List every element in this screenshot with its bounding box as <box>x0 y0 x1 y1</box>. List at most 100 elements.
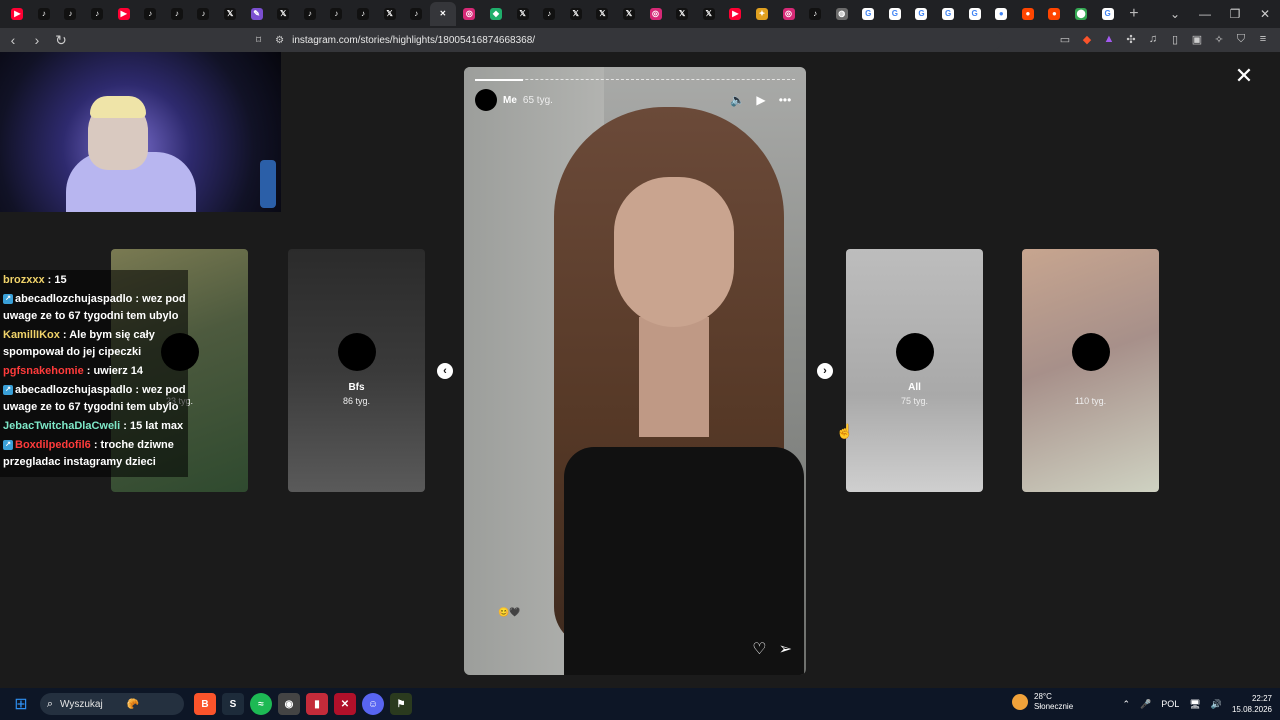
browser-tab[interactable]: ♪ <box>350 2 377 26</box>
browser-tab[interactable]: 𝕏 <box>376 2 403 26</box>
bookmark-icon[interactable]: ⌑ <box>256 35 261 46</box>
browser-tab[interactable]: G <box>961 2 988 26</box>
tray-overflow-icon[interactable]: ⌃ <box>1123 699 1131 710</box>
media-icon[interactable]: ♫ <box>1144 30 1162 48</box>
browser-tab[interactable]: ▶ <box>4 2 31 26</box>
story-card-prev-1[interactable]: Bfs 86 tyg. <box>288 249 425 492</box>
x-app-icon[interactable]: ✕ <box>334 693 356 715</box>
browser-tab[interactable]: ♪ <box>137 2 164 26</box>
browser-tab[interactable]: ◎ <box>775 2 802 26</box>
app-red-icon[interactable]: ▮ <box>306 693 328 715</box>
heart-icon[interactable]: ♡ <box>752 639 766 659</box>
reload-icon[interactable]: ↻ <box>50 29 72 51</box>
taskbar-search[interactable]: ⌕ Wyszukaj 🥐 <box>40 693 184 715</box>
browser-tab[interactable]: ♪ <box>297 2 324 26</box>
brave-browser-icon[interactable]: B <box>194 693 216 715</box>
browser-tab[interactable]: ◎ <box>456 2 483 26</box>
previous-story-button[interactable]: ‹ <box>437 363 453 379</box>
browser-tab[interactable]: ♪ <box>190 2 217 26</box>
browser-tab[interactable]: ✦ <box>749 2 776 26</box>
menu-icon[interactable]: ≡ <box>1254 30 1272 48</box>
leo-icon[interactable]: ✧ <box>1210 30 1228 48</box>
app-icon[interactable]: ◉ <box>278 693 300 715</box>
steam-icon[interactable]: S <box>222 693 244 715</box>
new-tab-button[interactable]: + <box>1121 2 1147 26</box>
browser-tab[interactable]: ♪ <box>403 2 430 26</box>
clock[interactable]: 22:27 15.08.2026 <box>1232 693 1272 715</box>
vpn-icon[interactable]: ⛉ <box>1232 30 1250 48</box>
emoji-sticker: 😊🖤 <box>498 607 521 617</box>
browser-tab[interactable]: 𝕏 <box>217 2 244 26</box>
browser-tab[interactable]: 𝕏 <box>616 2 643 26</box>
x-icon: 𝕏 <box>676 8 689 20</box>
badge-icon: ↗ <box>3 294 13 305</box>
browser-tab[interactable]: ● <box>1015 2 1042 26</box>
browser-tab[interactable]: G <box>855 2 882 26</box>
browser-tab[interactable]: 𝕏 <box>695 2 722 26</box>
browser-tab[interactable]: ✎ <box>243 2 270 26</box>
microphone-icon[interactable]: 🎤 <box>1140 699 1151 710</box>
play-icon[interactable]: ▶ <box>754 93 768 107</box>
browser-tab[interactable]: ◍ <box>828 2 855 26</box>
more-options-icon[interactable]: ••• <box>778 93 792 107</box>
browser-tab[interactable]: G <box>882 2 909 26</box>
browser-tab[interactable]: 𝕏 <box>509 2 536 26</box>
browser-tab[interactable]: ▶ <box>110 2 137 26</box>
browser-tab[interactable]: ● <box>1041 2 1068 26</box>
story-card-next-2[interactable]: 110 tyg. <box>1022 249 1159 492</box>
story-card-next-1[interactable]: All 75 tyg. <box>846 249 983 492</box>
browser-tab[interactable]: ♪ <box>536 2 563 26</box>
app-green-icon[interactable]: ⚑ <box>390 693 412 715</box>
site-info-icon[interactable]: ⚙ <box>275 35 284 46</box>
browser-tab[interactable]: ♪ <box>31 2 58 26</box>
browser-tab[interactable]: 𝕏 <box>562 2 589 26</box>
browser-tab[interactable]: 𝕏 <box>270 2 297 26</box>
back-icon[interactable]: ‹ <box>2 29 24 51</box>
spotify-icon[interactable]: ≈ <box>250 693 272 715</box>
language-indicator[interactable]: POL <box>1161 699 1179 709</box>
address-bar[interactable]: ⌑ ⚙ instagram.com/stories/highlights/180… <box>252 30 1002 50</box>
close-story-icon[interactable]: ✕ <box>1234 65 1254 87</box>
volume-icon[interactable]: 🔊 <box>1211 699 1222 710</box>
maximize-icon[interactable]: ❐ <box>1220 7 1250 21</box>
browser-tab[interactable]: G <box>908 2 935 26</box>
windows-start-icon[interactable]: ⊞ <box>6 688 36 720</box>
main-story[interactable]: Me 65 tyg. 🔈 ▶ ••• 😊🖤 ♡ ➢ <box>464 67 806 675</box>
brave-rewards-icon[interactable]: ▲ <box>1100 30 1118 48</box>
browser-tab[interactable]: ✕ <box>429 2 457 26</box>
browser-tab[interactable]: ▶ <box>722 2 749 26</box>
browser-tab[interactable]: ⬤ <box>1068 2 1095 26</box>
mouse-cursor-icon: ☝ <box>836 423 854 439</box>
browser-tab[interactable]: 𝕏 <box>669 2 696 26</box>
browser-tab[interactable]: ♪ <box>57 2 84 26</box>
tiktok-icon: ♪ <box>543 8 556 20</box>
next-story-button[interactable]: › <box>817 363 833 379</box>
browser-tab[interactable]: G <box>935 2 962 26</box>
discord-icon[interactable]: ☺ <box>362 693 384 715</box>
profile-avatar[interactable] <box>475 89 497 111</box>
tiktok-icon: ♪ <box>410 8 423 20</box>
browser-tab[interactable]: ♪ <box>323 2 350 26</box>
browser-tab[interactable]: 𝕏 <box>589 2 616 26</box>
browser-tab[interactable]: ♪ <box>84 2 111 26</box>
sidebar-icon[interactable]: ▯ <box>1166 30 1184 48</box>
browser-tab[interactable]: ◎ <box>642 2 669 26</box>
browser-tab[interactable]: G <box>1094 2 1121 26</box>
story-username[interactable]: Me <box>503 95 517 106</box>
extensions-icon[interactable]: ✣ <box>1122 30 1140 48</box>
mute-icon[interactable]: 🔈 <box>730 93 745 107</box>
browser-tab[interactable]: ● <box>988 2 1015 26</box>
tab-search-icon[interactable]: ⌄ <box>1160 7 1190 21</box>
wallet-icon[interactable]: ▣ <box>1188 30 1206 48</box>
network-icon[interactable]: 🖥 <box>1189 699 1200 710</box>
forward-icon[interactable]: › <box>26 29 48 51</box>
minimize-icon[interactable]: — <box>1190 7 1220 21</box>
brave-shield-icon[interactable]: ◆ <box>1078 30 1096 48</box>
weather-widget[interactable]: 28°C Słonecznie <box>1012 692 1073 712</box>
send-icon[interactable]: ➢ <box>779 639 792 659</box>
close-window-icon[interactable]: ✕ <box>1250 7 1280 21</box>
browser-tab[interactable]: ♪ <box>802 2 829 26</box>
browser-tab[interactable]: ◆ <box>483 2 510 26</box>
browser-tab[interactable]: ♪ <box>164 2 191 26</box>
cast-icon[interactable]: ▭ <box>1056 30 1074 48</box>
